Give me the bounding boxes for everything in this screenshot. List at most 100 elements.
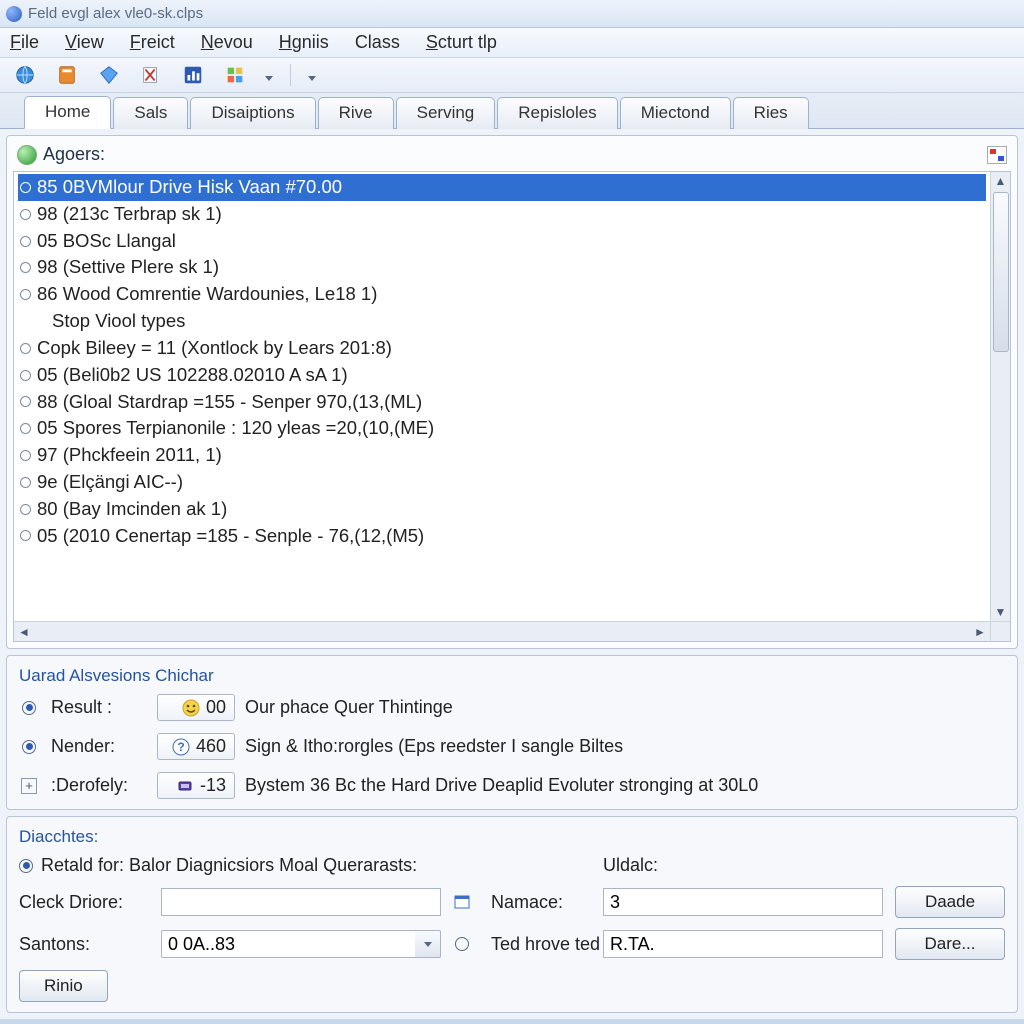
alsvesions-title: Uarad Alsvesions Chichar (19, 666, 1005, 686)
tab-disaiptions[interactable]: Disaiptions (190, 97, 315, 129)
list-item-text: 05 BOSc Llangal (37, 228, 176, 255)
menu-hgnis[interactable]: Hgniis (279, 32, 329, 53)
namace-input[interactable] (603, 888, 883, 916)
namace-icon (453, 893, 471, 911)
daade-button[interactable]: Daade (895, 886, 1005, 918)
list-bullet-icon (20, 530, 31, 541)
list-item-text: 86 Wood Comrentie Wardounies, Le18 1) (37, 281, 377, 308)
list-bullet-icon (20, 396, 31, 407)
list-item[interactable]: 80 (Bay Imcinden ak 1) (18, 496, 986, 523)
menu-nevou[interactable]: Nevou (201, 32, 253, 53)
tab-sals[interactable]: Sals (113, 97, 188, 129)
expand-icon[interactable] (987, 146, 1007, 164)
tab-strip: Home Sals Disaiptions Rive Serving Repis… (0, 93, 1024, 129)
dare-button[interactable]: Dare... (895, 928, 1005, 960)
toolbar-dropdown-1[interactable] (264, 70, 274, 80)
list-box[interactable]: 85 0BVMlour Drive Hisk Vaan #70.0098 (21… (14, 172, 990, 621)
list-item[interactable]: 98 (213c Terbrap sk 1) (18, 201, 986, 228)
question-icon: ? (172, 738, 190, 756)
result-value: 00 (206, 697, 226, 718)
vertical-scrollbar[interactable]: ▲ ▼ (990, 172, 1010, 621)
list-item[interactable]: 9e (Elçängi AIC--) (18, 469, 986, 496)
list-item[interactable]: 98 (Settive Plere sk 1) (18, 254, 986, 281)
tools-icon[interactable] (222, 62, 248, 88)
list-item[interactable]: 05 BOSc Llangal (18, 228, 986, 255)
list-header: Agoers: (13, 142, 1011, 171)
derofely-value-box[interactable]: -13 (157, 772, 235, 799)
tab-home[interactable]: Home (24, 96, 111, 129)
gem-icon[interactable] (96, 62, 122, 88)
rinio-button[interactable]: Rinio (19, 970, 108, 1002)
list-item-text: Copk Bileey = 11 (Xontlock by Lears 201:… (37, 335, 392, 362)
list-item-text: Stop Viool types (52, 308, 185, 335)
menu-freict[interactable]: Freict (130, 32, 175, 53)
list-bullet-icon (20, 370, 31, 381)
cleck-label: Cleck Driore: (19, 892, 149, 913)
menu-sturt[interactable]: Scturt tlp (426, 32, 497, 53)
list-item-text: 97 (Phckfeein 2011, 1) (37, 442, 222, 469)
derofely-value: -13 (200, 775, 226, 796)
tab-label: Sals (134, 103, 167, 122)
toolbar-dropdown-2[interactable] (307, 70, 317, 80)
list-item[interactable]: 05 (2010 Cenertap =185 - Senple - 76,(12… (18, 523, 986, 550)
list-bullet-icon (20, 504, 31, 515)
list-item[interactable]: 85 0BVMlour Drive Hisk Vaan #70.00 (18, 174, 986, 201)
list-panel: Agoers: 85 0BVMlour Drive Hisk Vaan #70.… (6, 135, 1018, 649)
bullet-icon (19, 737, 39, 757)
list-item-text: 9e (Elçängi AIC--) (37, 469, 183, 496)
namace-label: Namace: (491, 892, 591, 913)
retald-radio[interactable] (19, 859, 33, 873)
list-item[interactable]: Stop Viool types (18, 308, 986, 335)
scroll-thumb[interactable] (993, 192, 1009, 352)
orange-doc-icon[interactable] (54, 62, 80, 88)
tab-miectond[interactable]: Miectond (620, 97, 731, 129)
menu-view[interactable]: View (65, 32, 104, 53)
tab-ries[interactable]: Ries (733, 97, 809, 129)
scroll-up-arrow[interactable]: ▲ (992, 172, 1010, 190)
horizontal-scrollbar[interactable]: ◄ ► (14, 621, 990, 641)
santons-combo[interactable] (161, 930, 441, 958)
tab-rive[interactable]: Rive (318, 97, 394, 129)
tab-label: Repisloles (518, 103, 596, 122)
scroll-right-arrow[interactable]: ► (970, 623, 990, 641)
list-item[interactable]: 97 (Phckfeein 2011, 1) (18, 442, 986, 469)
ted-label: Ted hrove ted Apps: (491, 934, 591, 955)
tab-serving[interactable]: Serving (396, 97, 496, 129)
tab-repisloles[interactable]: Repisloles (497, 97, 617, 129)
list-bullet-icon (20, 450, 31, 461)
scroll-down-arrow[interactable]: ▼ (992, 603, 1010, 621)
alsvesions-group: Uarad Alsvesions Chichar Result : 00 Our… (6, 655, 1018, 810)
list-bullet-icon (20, 289, 31, 300)
santons-input[interactable] (161, 930, 415, 958)
list-item-text: 98 (Settive Plere sk 1) (37, 254, 219, 281)
diacchtes-group: Diacchtes: Retald for: Balor Diagnicsior… (6, 816, 1018, 1013)
chip-icon (176, 777, 194, 795)
list-bullet-icon (20, 343, 31, 354)
scroll-left-arrow[interactable]: ◄ (14, 623, 34, 641)
list-item[interactable]: 86 Wood Comrentie Wardounies, Le18 1) (18, 281, 986, 308)
chart-icon[interactable] (180, 62, 206, 88)
list-item[interactable]: 05 (Beli0b2 US 102288.02010 A sA 1) (18, 362, 986, 389)
menu-file[interactable]: File (10, 32, 39, 53)
ted-radio-icon[interactable] (453, 935, 471, 953)
plus-box-icon[interactable]: + (19, 776, 39, 796)
tab-label: Rive (339, 103, 373, 122)
nender-value-box[interactable]: ? 460 (157, 733, 235, 760)
nender-desc: Sign & Itho:rorgles (Eps reedster I sang… (245, 736, 1005, 757)
menu-class[interactable]: Class (355, 32, 400, 53)
sheet-cross-icon[interactable] (138, 62, 164, 88)
menu-bar: File View Freict Nevou Hgniis Class Sctu… (0, 28, 1024, 58)
list-item[interactable]: 88 (Gloal Stardrap =155 - Senper 970,(13… (18, 389, 986, 416)
result-desc: Our phace Quer Thintinge (245, 697, 1005, 718)
toolbar-separator (290, 64, 291, 86)
chevron-down-icon[interactable] (415, 930, 441, 958)
cleck-input[interactable] (161, 888, 441, 916)
result-value-box[interactable]: 00 (157, 694, 235, 721)
list-item[interactable]: 05 Spores Terpianonile : 120 yleas =20,(… (18, 415, 986, 442)
list-bullet-icon (20, 182, 31, 193)
tab-label: Miectond (641, 103, 710, 122)
list-item[interactable]: Copk Bileey = 11 (Xontlock by Lears 201:… (18, 335, 986, 362)
list-item-text: 80 (Bay Imcinden ak 1) (37, 496, 227, 523)
ted-input[interactable] (603, 930, 883, 958)
globe-icon[interactable] (12, 62, 38, 88)
